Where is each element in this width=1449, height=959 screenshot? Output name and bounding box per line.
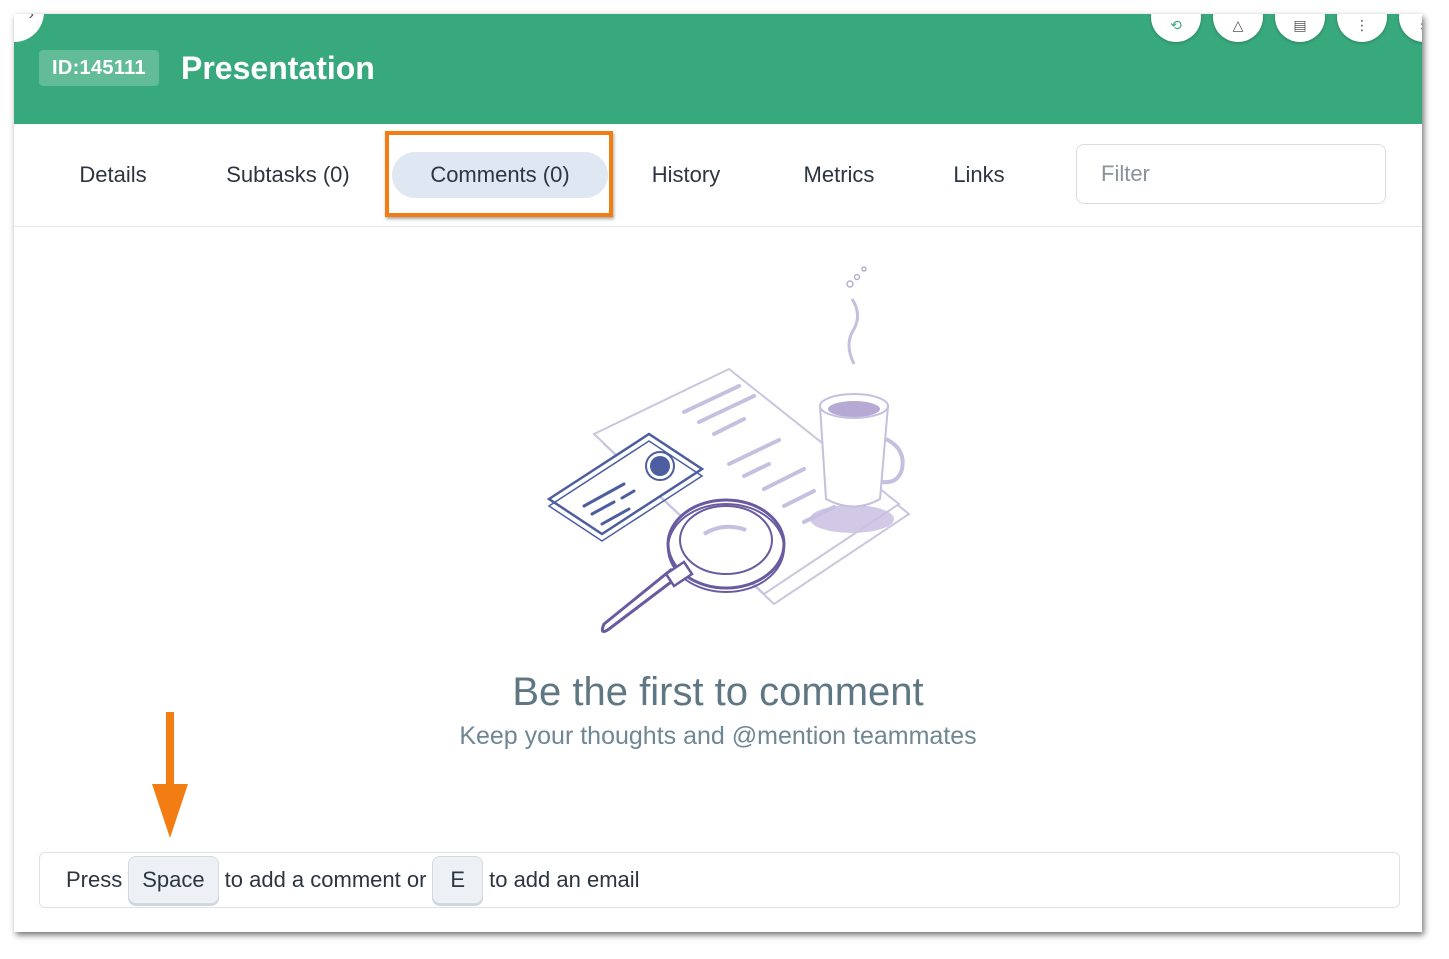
close-icon: × xyxy=(1420,18,1422,34)
back-button[interactable]: › xyxy=(14,14,44,42)
task-panel: › ID:145111 Presentation ⟲ △ ▤ ⋮ × Detai… xyxy=(14,14,1422,932)
notifications-button[interactable]: △ xyxy=(1213,14,1263,42)
empty-state-title: Be the first to comment xyxy=(512,670,924,714)
space-key-badge: Space xyxy=(128,856,219,904)
hint-press-label: Press xyxy=(66,867,123,892)
page-title: Presentation xyxy=(181,50,375,86)
add-comment-bar[interactable]: Press Space to add a comment or E to add… xyxy=(39,852,1400,908)
link-button[interactable]: ⟲ xyxy=(1151,14,1201,42)
empty-state-subtitle: Keep your thoughts and @mention teammate… xyxy=(459,722,977,750)
task-header: › ID:145111 Presentation ⟲ △ ▤ ⋮ × xyxy=(14,14,1422,124)
chevron-left-icon: › xyxy=(28,14,34,23)
tab-links[interactable]: Links xyxy=(938,152,1020,198)
task-id-badge: ID:145111 xyxy=(39,50,159,86)
documents-magnifier-coffee-illustration xyxy=(546,266,911,634)
hint-end-label: to add an email xyxy=(489,867,640,892)
arrow-down-icon xyxy=(152,712,188,838)
columns-icon: ▤ xyxy=(1293,17,1307,33)
comments-tab-highlight xyxy=(385,131,613,217)
e-key-badge: E xyxy=(432,856,484,904)
tab-details[interactable]: Details xyxy=(52,152,174,198)
tab-subtasks[interactable]: Subtasks (0) xyxy=(210,152,366,198)
more-button[interactable]: ⋮ xyxy=(1337,14,1387,42)
tab-history[interactable]: History xyxy=(634,152,738,198)
link-icon: ⟲ xyxy=(1170,17,1182,33)
more-vertical-icon: ⋮ xyxy=(1355,17,1369,33)
hint-middle-label: to add a comment or xyxy=(224,867,427,892)
close-button[interactable]: × xyxy=(1399,14,1422,42)
tab-metrics[interactable]: Metrics xyxy=(786,152,892,198)
bell-icon: △ xyxy=(1232,17,1244,33)
layout-button[interactable]: ▤ xyxy=(1275,14,1325,42)
filter-input[interactable] xyxy=(1076,144,1386,204)
